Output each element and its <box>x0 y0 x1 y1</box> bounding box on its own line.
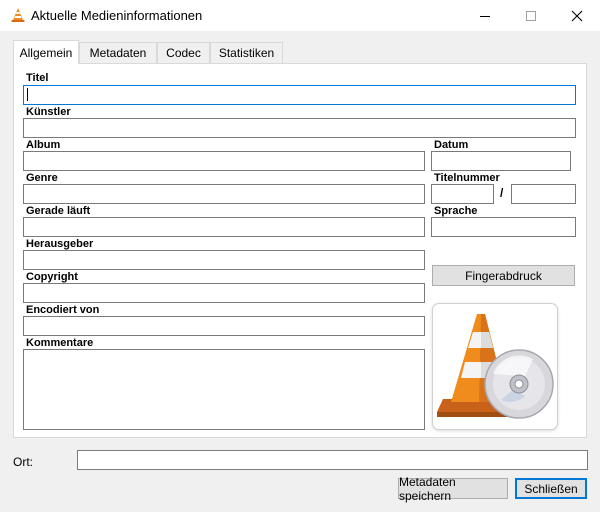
tab-metadaten[interactable]: Metadaten <box>79 42 157 63</box>
vlc-cone-icon <box>10 7 26 23</box>
maximize-button[interactable] <box>508 0 554 31</box>
date-label: Datum <box>434 139 469 151</box>
language-input[interactable] <box>431 217 576 237</box>
track-total-input[interactable] <box>511 184 576 204</box>
title-input[interactable] <box>23 85 576 105</box>
album-label: Album <box>26 139 61 151</box>
track-number-input[interactable] <box>431 184 494 204</box>
album-input[interactable] <box>23 151 425 171</box>
now-playing-label: Gerade läuft <box>26 205 91 217</box>
title-label: Titel <box>26 72 49 84</box>
fingerprint-button[interactable]: Fingerabdruck <box>432 265 575 286</box>
copyright-input[interactable] <box>23 283 425 303</box>
close-button[interactable]: Schließen <box>515 478 587 499</box>
artist-label: Künstler <box>26 106 71 118</box>
text-caret <box>27 88 28 101</box>
artist-input[interactable] <box>23 118 576 138</box>
artwork-frame <box>432 303 558 430</box>
tab-codec[interactable]: Codec <box>157 42 210 63</box>
vlc-cone-disc-artwork <box>437 314 554 419</box>
tab-statistiken[interactable]: Statistiken <box>210 42 283 63</box>
language-label: Sprache <box>434 205 478 217</box>
location-label: Ort: <box>13 455 33 469</box>
now-playing-input[interactable] <box>23 217 425 237</box>
track-separator: / <box>500 186 504 200</box>
genre-input[interactable] <box>23 184 425 204</box>
copyright-label: Copyright <box>26 271 78 283</box>
save-metadata-button[interactable]: Metadaten speichern <box>398 475 508 503</box>
encoded-by-input[interactable] <box>23 316 425 336</box>
track-number-label: Titelnummer <box>434 172 500 184</box>
close-window-button[interactable] <box>554 0 600 31</box>
comments-textarea[interactable] <box>23 349 425 430</box>
minimize-button[interactable] <box>462 0 508 31</box>
title-bar: Aktuelle Medieninformationen <box>0 0 600 31</box>
close-icon <box>571 10 583 21</box>
encoded-by-label: Encodiert von <box>26 304 100 316</box>
publisher-label: Herausgeber <box>26 238 94 250</box>
genre-label: Genre <box>26 172 58 184</box>
location-input[interactable] <box>77 450 588 470</box>
minimize-icon <box>480 15 490 17</box>
maximize-icon <box>526 10 536 21</box>
window-title: Aktuelle Medieninformationen <box>31 8 203 23</box>
comments-label: Kommentare <box>26 337 94 349</box>
date-input[interactable] <box>431 151 571 171</box>
tab-allgemein[interactable]: Allgemein <box>13 40 79 64</box>
publisher-input[interactable] <box>23 250 425 270</box>
